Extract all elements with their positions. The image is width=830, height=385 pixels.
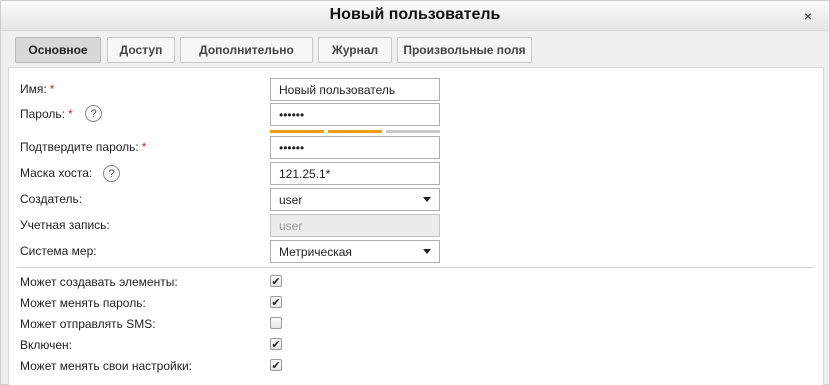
creator-label: Создатель:: [20, 192, 83, 206]
check-icon: ✔: [271, 337, 281, 351]
can-change-own-settings-checkbox[interactable]: ✔: [270, 359, 282, 371]
chevron-down-icon: [423, 249, 431, 254]
password-input[interactable]: ••••••: [270, 103, 440, 126]
password-help-icon[interactable]: ?: [85, 105, 102, 122]
can-change-password-checkbox[interactable]: ✔: [270, 296, 282, 308]
host-mask-help-icon[interactable]: ?: [103, 165, 120, 182]
permission-row: Может менять свои настройки: ✔: [9, 358, 825, 374]
measure-system-select-value: Метрическая: [279, 244, 352, 259]
chevron-down-icon: [423, 197, 431, 202]
confirm-password-row: Подтвердите пароль: * ••••••: [9, 136, 825, 159]
password-strength-meter: [270, 130, 440, 133]
account-input: user: [270, 214, 440, 237]
can-change-own-settings-label: Может менять свои настройки:: [20, 359, 193, 373]
required-mark: *: [49, 82, 55, 96]
creator-row: Создатель: user: [9, 188, 825, 211]
measure-system-row: Система мер: Метрическая: [9, 240, 825, 263]
can-create-elements-checkbox[interactable]: ✔: [270, 275, 282, 287]
can-send-sms-checkbox[interactable]: [270, 317, 282, 329]
can-send-sms-label: Может отправлять SMS:: [20, 317, 156, 331]
check-icon: ✔: [271, 358, 281, 372]
permission-row: Включен: ✔: [9, 337, 825, 353]
strength-bar-1: [270, 130, 324, 133]
password-row: Пароль: * ? ••••••: [9, 103, 825, 137]
dialog-titlebar: Новый пользователь ×: [1, 1, 829, 31]
confirm-password-input[interactable]: ••••••: [270, 136, 440, 159]
tab-main[interactable]: Основное: [15, 37, 101, 63]
tab-custom-fields[interactable]: Произвольные поля: [397, 37, 532, 63]
host-mask-row: Маска хоста: ? 121.25.1*: [9, 162, 825, 185]
section-divider: [17, 267, 813, 268]
host-mask-input[interactable]: 121.25.1*: [270, 162, 440, 185]
permission-row: Может менять пароль: ✔: [9, 295, 825, 311]
enabled-checkbox[interactable]: ✔: [270, 338, 282, 350]
account-row: Учетная запись: user: [9, 214, 825, 237]
new-user-dialog: Новый пользователь × Основное Доступ Доп…: [0, 0, 830, 385]
required-mark: *: [141, 140, 147, 154]
tab-additional[interactable]: Дополнительно: [180, 37, 313, 63]
check-icon: ✔: [271, 274, 281, 288]
name-label: Имя: *: [20, 82, 55, 96]
check-icon: ✔: [271, 295, 281, 309]
creator-select[interactable]: user: [270, 188, 440, 211]
measure-system-label: Система мер:: [20, 244, 97, 258]
required-mark: *: [67, 107, 73, 121]
strength-bar-3: [386, 130, 440, 133]
permission-row: Может отправлять SMS:: [9, 316, 825, 332]
tab-journal[interactable]: Журнал: [318, 37, 392, 63]
measure-system-select[interactable]: Метрическая: [270, 240, 440, 263]
name-row: Имя: * Новый пользователь: [9, 78, 825, 101]
host-mask-label: Маска хоста:: [20, 166, 93, 180]
name-input[interactable]: Новый пользователь: [270, 78, 440, 101]
close-icon[interactable]: ×: [801, 9, 815, 23]
confirm-password-label: Подтвердите пароль: *: [20, 140, 147, 154]
permission-row: Может создавать элементы: ✔: [9, 274, 825, 290]
tab-access[interactable]: Доступ: [107, 37, 175, 63]
strength-bar-2: [328, 130, 382, 133]
can-change-password-label: Может менять пароль:: [20, 296, 146, 310]
main-tab-panel: Имя: * Новый пользователь Пароль: * ? ••••…: [8, 67, 824, 385]
can-create-elements-label: Может создавать элементы:: [20, 275, 178, 289]
creator-select-value: user: [279, 192, 303, 207]
password-label: Пароль: *: [20, 107, 73, 121]
account-label: Учетная запись:: [20, 218, 110, 232]
enabled-label: Включен:: [20, 338, 73, 352]
dialog-title: Новый пользователь: [329, 6, 501, 23]
